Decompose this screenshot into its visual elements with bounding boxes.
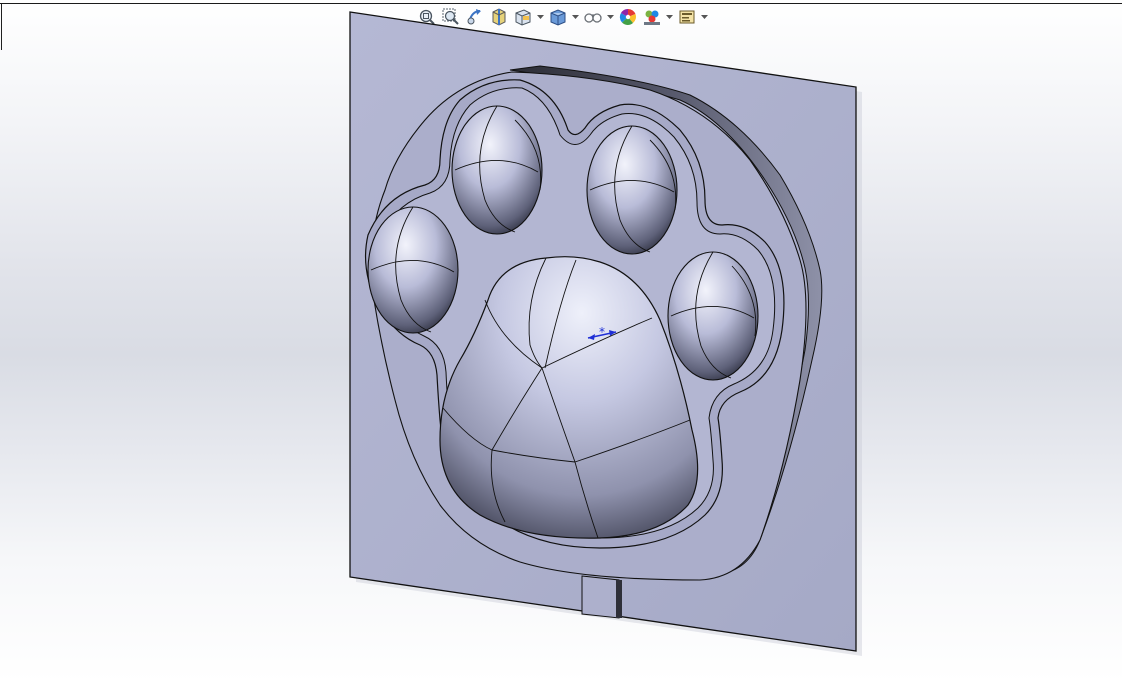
- graphics-area[interactable]: *: [0, 0, 1122, 682]
- sprue-gate-side: [616, 580, 622, 618]
- toe-1[interactable]: [451, 105, 543, 235]
- svg-text:*: *: [599, 325, 605, 339]
- paw-mold-model[interactable]: *: [0, 0, 1122, 682]
- toe-2[interactable]: [586, 125, 678, 255]
- toe-3[interactable]: [367, 206, 459, 334]
- toe-4[interactable]: [667, 251, 759, 381]
- sprue-gate: [581, 575, 620, 619]
